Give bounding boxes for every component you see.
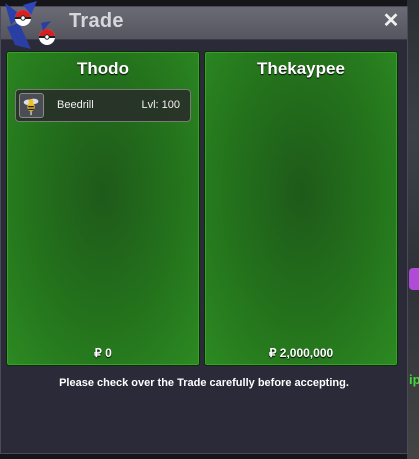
close-icon[interactable]: ✕: [381, 11, 401, 31]
trade-notice: Please check over the Trade carefully be…: [59, 377, 349, 389]
offer-panel-self: Thodo Beedrill Lvl: 100 ₽ 0: [6, 51, 200, 366]
trade-item-pokemon[interactable]: Beedrill Lvl: 100: [15, 89, 191, 122]
pokemon-level: Lvl: 100: [141, 99, 180, 111]
beedrill-sprite-icon: [19, 93, 44, 118]
trade-window: Trade ✕ Thodo Beedrill Lvl: 100 ₽ 0 Thek…: [0, 1, 408, 454]
trainer-name-self: Thodo: [77, 59, 129, 78]
offer-panel-partner: Thekaypee ₽ 2,000,000: [204, 51, 398, 366]
game-world-edge: ip: [407, 0, 419, 459]
window-title: Trade: [69, 10, 124, 32]
purple-sprite: [409, 268, 419, 290]
trainer-name-partner: Thekaypee: [257, 59, 345, 78]
money-offer-self: ₽ 0: [94, 346, 112, 360]
pokemon-name: Beedrill: [57, 99, 94, 111]
edge-text: ip: [409, 372, 419, 387]
money-offer-partner: ₽ 2,000,000: [268, 346, 334, 360]
